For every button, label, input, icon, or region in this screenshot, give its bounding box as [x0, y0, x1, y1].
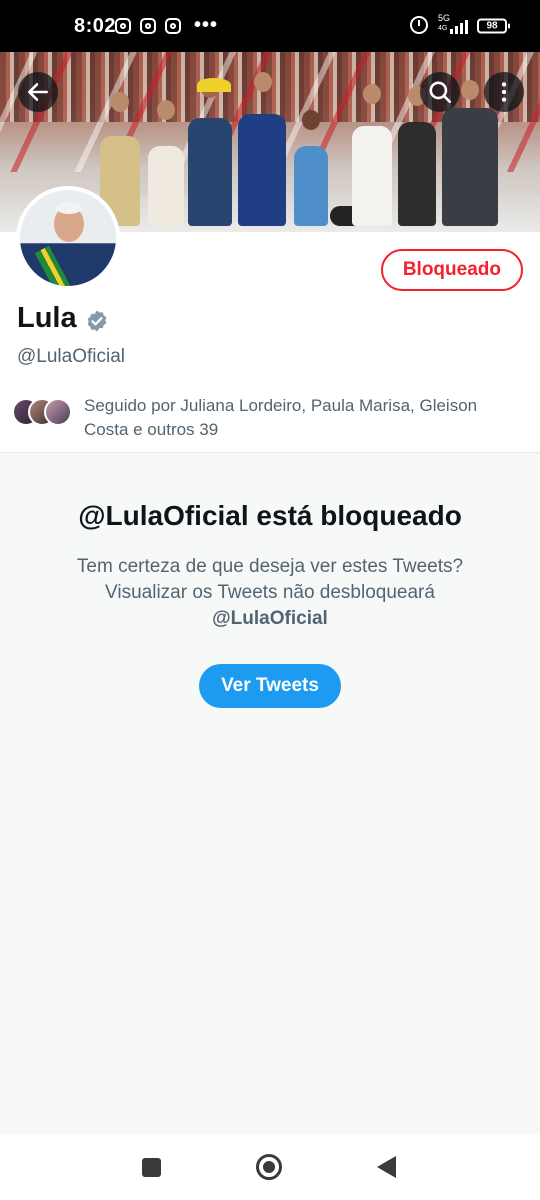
banner-person: [188, 118, 232, 226]
blocked-message: Tem certeza de que deseja ver estes Twee…: [40, 554, 500, 632]
signal-icon: [450, 18, 468, 34]
network-subtype: 4G: [438, 25, 448, 32]
avatar-hair: [56, 202, 82, 214]
banner-person-head: [302, 110, 320, 130]
alarm-icon: [410, 16, 428, 34]
blocked-title: @LulaOficial está bloqueado: [78, 500, 462, 531]
banner-person: [238, 114, 286, 226]
search-icon: [429, 81, 452, 104]
profile-avatar[interactable]: [16, 186, 120, 290]
network-type: 5G: [438, 13, 451, 23]
status-time: 8:02: [74, 15, 117, 37]
instagram-icon: [115, 18, 131, 34]
back-button[interactable]: [18, 72, 58, 112]
banner-person-head: [363, 84, 381, 104]
network-indicator: 5G 4G: [438, 14, 450, 33]
banner-person: [352, 126, 392, 226]
banner-headdress: [197, 78, 231, 92]
instagram-icon: [140, 18, 156, 34]
follower-avatar: [44, 398, 72, 426]
banner-person-head: [111, 92, 129, 112]
banner-person: [442, 108, 498, 226]
blocked-message-text: Tem certeza de que deseja ver estes Twee…: [76, 556, 464, 603]
back-arrow-icon: [28, 83, 48, 101]
profile-name: Lula: [17, 302, 77, 334]
system-back-button[interactable]: [377, 1156, 396, 1178]
view-tweets-button[interactable]: Ver Tweets: [199, 664, 341, 708]
blocked-button[interactable]: Bloqueado: [380, 249, 523, 291]
blocked-notice: @LulaOficial está bloqueado Tem certeza …: [0, 452, 540, 708]
status-bar: 8:02 ••• 5G 4G 98: [0, 0, 540, 52]
recent-apps-button[interactable]: [142, 1158, 161, 1177]
home-button[interactable]: [256, 1154, 282, 1180]
profile-handle: @LulaOficial: [17, 346, 125, 367]
more-options-button[interactable]: [484, 72, 524, 112]
verified-badge-icon: [87, 310, 107, 332]
banner-person-head: [461, 80, 479, 100]
banner-person: [148, 146, 184, 226]
more-vertical-icon: [501, 82, 507, 102]
blocked-message-handle: @LulaOficial: [212, 608, 328, 629]
banner-person: [294, 146, 328, 226]
system-nav-bar: [0, 1134, 540, 1200]
search-button[interactable]: [420, 72, 460, 112]
banner-person-head: [157, 100, 175, 120]
battery-icon: 98: [477, 18, 510, 34]
followed-by-text: Seguido por Juliana Lordeiro, Paula Mari…: [84, 396, 478, 439]
more-notifications-icon: •••: [194, 14, 219, 36]
instagram-icon: [165, 18, 181, 34]
banner-person-head: [254, 72, 272, 92]
banner-person: [398, 122, 436, 226]
